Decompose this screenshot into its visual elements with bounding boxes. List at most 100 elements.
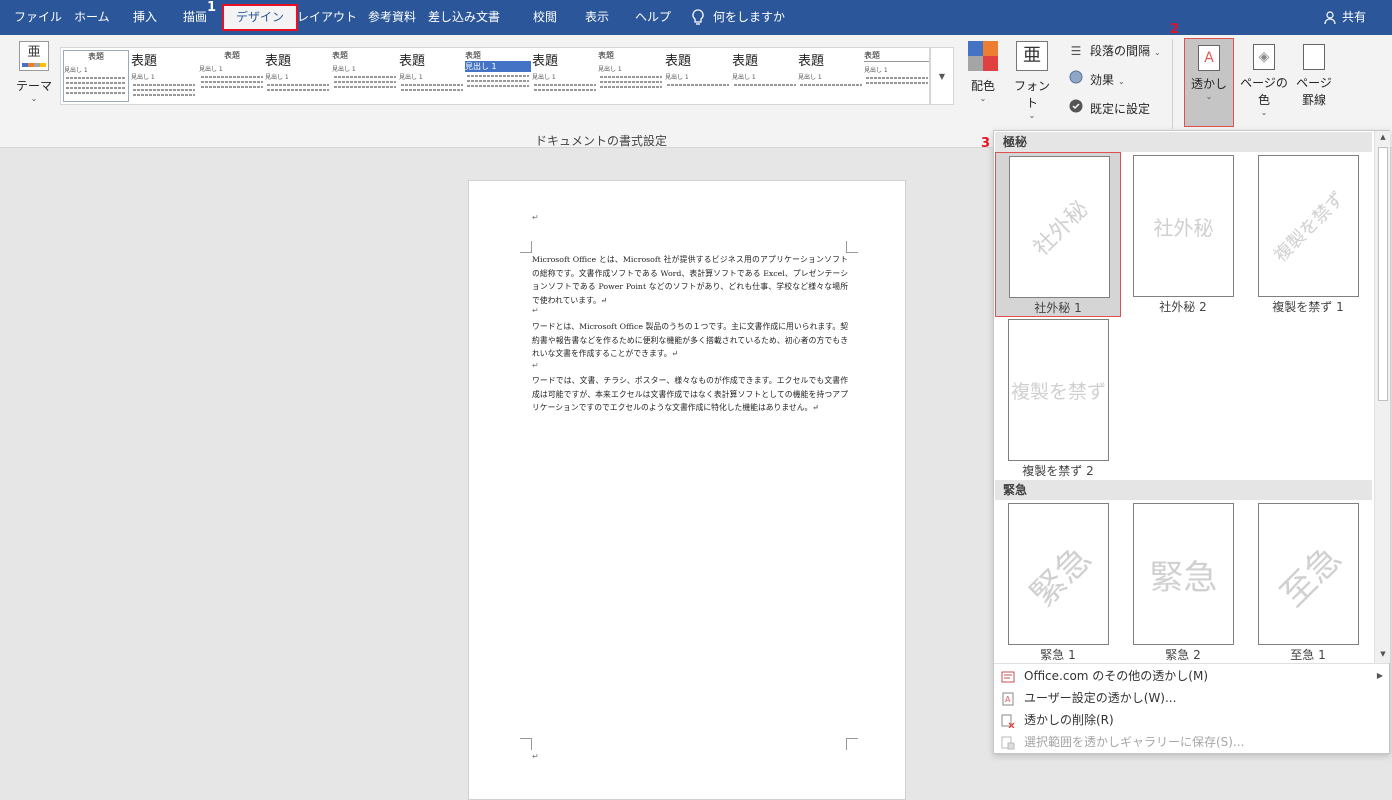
watermark-item-urgent-2[interactable]: 緊急 緊急 2	[1120, 500, 1246, 665]
style-set-item[interactable]: 表題 見出し 1	[665, 50, 731, 102]
palette-swatch	[983, 41, 998, 56]
font-icon: 亜	[1016, 41, 1048, 71]
paragraph-mark: ↵	[532, 213, 539, 222]
tab-references[interactable]: 参考資料	[368, 0, 416, 35]
lightbulb-icon	[692, 9, 704, 29]
chevron-down-icon: ⌄	[1028, 111, 1036, 120]
style-set-item[interactable]: 表題 見出し 1	[265, 50, 331, 102]
watermark-icon: A	[1198, 45, 1220, 71]
style-set-item[interactable]: 表題 見出し 1	[532, 50, 598, 102]
themes-button[interactable]: 亜 テーマ ⌄	[14, 41, 54, 103]
watermark-gallery-dropdown: 極秘 社外秘 社外秘 1 社外秘 社外秘 2 複製を禁ず 複製を禁ず 1 複製を…	[993, 130, 1390, 754]
style-set-item[interactable]: 表題 見出し 1	[598, 50, 664, 102]
menu-save-selection-to-gallery: 選択範囲を透かしギャラリーに保存(S)...	[994, 731, 1389, 753]
tab-file[interactable]: ファイル	[14, 0, 62, 35]
gallery-more-button[interactable]: ▼	[930, 47, 954, 105]
palette-swatch	[968, 56, 983, 71]
tab-layout[interactable]: レイアウト	[297, 0, 357, 35]
paragraph-spacing-button[interactable]: ☰ 段落の間隔 ⌄	[1068, 42, 1161, 59]
themes-icon: 亜	[19, 41, 49, 71]
menu-remove-watermark[interactable]: 透かしの削除(R)	[994, 709, 1389, 731]
paragraph-mark: ↵	[532, 306, 539, 315]
gallery-scrollbar[interactable]: ▲ ▼	[1374, 131, 1390, 663]
chevron-down-icon: ▼	[938, 72, 946, 81]
tab-home[interactable]: ホーム	[74, 0, 110, 35]
watermark-thumbnail: 社外秘	[1133, 155, 1234, 297]
style-set-item[interactable]: 表題 見出し 1	[465, 50, 531, 102]
style-set-item[interactable]: 表題 見出し 1	[864, 50, 929, 102]
watermark-item-confidential-1[interactable]: 社外秘 社外秘 1	[995, 152, 1121, 317]
custom-watermark-icon: A	[1001, 691, 1015, 706]
chevron-down-icon: ⌄	[1118, 77, 1125, 86]
style-set-item[interactable]: 表題 見出し 1	[332, 50, 398, 102]
remove-watermark-icon	[1001, 713, 1015, 729]
page-borders-label: ページ	[1296, 76, 1332, 90]
colors-button[interactable]: 配色 ⌄	[965, 41, 1001, 103]
watermark-button[interactable]: A 透かし ⌄	[1184, 38, 1234, 127]
set-as-default-button[interactable]: 既定に設定	[1068, 99, 1150, 117]
chevron-down-icon: ⌄	[1260, 108, 1268, 117]
office-com-icon	[1001, 669, 1015, 683]
body-paragraph[interactable]: Microsoft Office とは、Microsoft 社が提供するビジネス…	[532, 253, 848, 307]
margin-corner	[846, 241, 858, 253]
palette-swatch	[983, 56, 998, 71]
tab-help[interactable]: ヘルプ	[635, 0, 671, 35]
scrollbar-thumb[interactable]	[1378, 147, 1388, 401]
style-set-item[interactable]: 表題 見出し 1	[199, 50, 265, 102]
fonts-label: フォント	[1013, 79, 1050, 110]
style-set-item[interactable]: 表題 見出し 1	[732, 50, 798, 102]
step-1-marker: 1	[207, 0, 217, 15]
watermark-item-urgent-1[interactable]: 緊急 緊急 1	[995, 500, 1121, 665]
watermark-item-asap-1[interactable]: 至急 至急 1	[1245, 500, 1371, 665]
palette-icon	[968, 41, 998, 71]
tab-review[interactable]: 校閲	[533, 0, 557, 35]
watermark-item-do-not-copy-2[interactable]: 複製を禁ず 複製を禁ず 2	[995, 316, 1121, 481]
svg-text:A: A	[1005, 695, 1011, 704]
document-page[interactable]: ↵ Microsoft Office とは、Microsoft 社が提供するビジ…	[468, 180, 906, 800]
body-paragraph[interactable]: ワードとは、Microsoft Office 製品のうちの１つです。主に文書作成…	[532, 320, 848, 361]
effects-button[interactable]: 効果 ⌄	[1068, 70, 1125, 88]
colors-label: 配色	[970, 79, 995, 93]
step-2-marker: 2	[1170, 22, 1180, 37]
share-label: 共有	[1341, 10, 1366, 24]
style-set-item[interactable]: 表題 見出し 1	[131, 50, 197, 102]
margin-corner	[520, 738, 532, 750]
tab-mailings[interactable]: 差し込み文書	[428, 0, 500, 35]
watermark-thumbnail: 複製を禁ず	[1008, 319, 1109, 461]
watermark-item-confidential-2[interactable]: 社外秘 社外秘 2	[1120, 152, 1246, 317]
style-set-item[interactable]: 表題 見出し 1	[399, 50, 465, 102]
tell-me-search[interactable]: 何をしますか	[713, 0, 785, 35]
tab-design[interactable]: デザイン	[222, 4, 299, 31]
scroll-up-arrow-icon[interactable]: ▲	[1378, 133, 1388, 143]
tab-view[interactable]: 表示	[585, 0, 609, 35]
share-button[interactable]: 共有	[1324, 0, 1366, 35]
page-borders-button[interactable]: ページ 罫線	[1294, 38, 1334, 108]
chevron-down-icon: ⌄	[1154, 48, 1161, 57]
page-color-button[interactable]: ◈ ページの色 ⌄	[1236, 38, 1292, 117]
margin-corner	[846, 738, 858, 750]
style-set-item[interactable]: 表題 見出し 1	[63, 50, 129, 102]
tab-insert[interactable]: 挿入	[133, 0, 157, 35]
scroll-down-arrow-icon[interactable]: ▼	[1378, 650, 1388, 660]
style-set-item[interactable]: 表題 見出し 1	[798, 50, 864, 102]
watermark-thumbnail: 緊急	[1133, 503, 1234, 645]
person-icon	[1324, 10, 1336, 24]
fonts-button[interactable]: 亜 フォント ⌄	[1012, 41, 1052, 120]
watermark-thumbnail: 複製を禁ず	[1258, 155, 1359, 297]
chevron-down-icon: ⌄	[979, 94, 987, 103]
section-header-confidential: 極秘	[995, 132, 1372, 152]
section-header-urgent: 緊急	[995, 480, 1372, 500]
watermark-thumbnail: 至急	[1258, 503, 1359, 645]
margin-corner	[520, 241, 532, 253]
menu-office-com-watermarks[interactable]: Office.com のその他の透かし(M) ▶	[994, 665, 1389, 687]
tab-draw[interactable]: 描画	[183, 0, 207, 35]
submenu-arrow-icon: ▶	[1376, 671, 1383, 680]
watermark-thumbnail: 社外秘	[1009, 156, 1110, 298]
body-paragraph[interactable]: ワードでは、文書、チラシ、ポスター、様々なものが作成できます。エクセルでも文書作…	[532, 374, 848, 415]
chevron-down-icon: ⌄	[1205, 92, 1213, 101]
ribbon-divider	[1172, 39, 1173, 129]
watermark-label: 透かし	[1190, 77, 1227, 91]
menu-custom-watermark[interactable]: A ユーザー設定の透かし(W)...	[994, 687, 1389, 709]
palette-swatch	[968, 41, 983, 56]
watermark-item-do-not-copy-1[interactable]: 複製を禁ず 複製を禁ず 1	[1245, 152, 1371, 317]
